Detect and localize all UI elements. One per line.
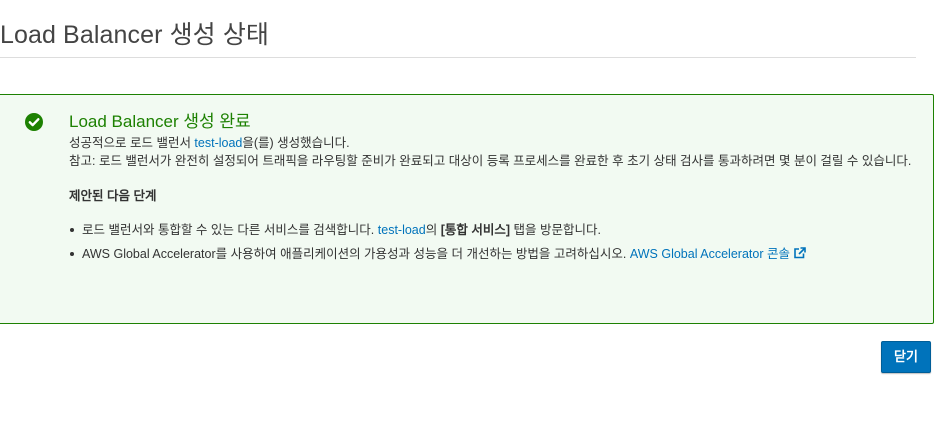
bullet: [70, 228, 74, 232]
page: Load Balancer 생성 상태 Load Balancer 생성 완료 …: [0, 0, 947, 447]
next-steps-title: 제안된 다음 단계: [69, 189, 157, 203]
external-link-icon: [793, 246, 806, 264]
step-text: 탭을 방문합니다.: [510, 223, 601, 237]
success-notification: Load Balancer 생성 완료 성공적으로 로드 밸런서 test-lo…: [0, 94, 934, 324]
global-accelerator-console-link-label: AWS Global Accelerator 콘솔: [629, 247, 790, 261]
step-text: 로드 밸런서와 통합할 수 있는 다른 서비스를 검색합니다.: [82, 223, 378, 237]
load-balancer-link[interactable]: test-load: [194, 136, 242, 150]
step-text: AWS Global Accelerator를 사용하여 애플리케이션의 가용성…: [82, 247, 630, 261]
success-message-prefix: 성공적으로 로드 밸런서: [69, 136, 195, 150]
notification-heading: Load Balancer 생성 완료: [69, 112, 251, 131]
page-title: Load Balancer 생성 상태: [0, 21, 270, 49]
success-message: 성공적으로 로드 밸런서 test-load을(를) 생성했습니다.: [69, 134, 917, 152]
bullet: [70, 252, 74, 256]
close-button[interactable]: 닫기: [881, 341, 931, 373]
check-circle-icon: [25, 113, 43, 131]
step-text-block: AWS Global Accelerator를 사용하여 애플리케이션의 가용성…: [82, 245, 918, 264]
next-steps-list: 로드 밸런서와 통합할 수 있는 다른 서비스를 검색합니다. test-loa…: [69, 221, 917, 264]
success-message-suffix: 을(를) 생성했습니다.: [242, 136, 350, 150]
notification-body: Load Balancer 생성 완료 성공적으로 로드 밸런서 test-lo…: [69, 111, 917, 270]
title-divider: [0, 57, 916, 58]
global-accelerator-console-link[interactable]: AWS Global Accelerator 콘솔: [630, 247, 806, 261]
list-item: AWS Global Accelerator를 사용하여 애플리케이션의 가용성…: [69, 245, 917, 264]
load-balancer-link-inline[interactable]: test-load: [378, 223, 426, 237]
note-text: 참고: 로드 밸런서가 완전히 설정되어 트래픽을 라우팅할 준비가 완료되고 …: [69, 154, 912, 168]
integrated-services-tab-label: [통합 서비스]: [440, 223, 511, 237]
list-item: 로드 밸런서와 통합할 수 있는 다른 서비스를 검색합니다. test-loa…: [69, 221, 917, 239]
step-text: 의: [425, 223, 441, 237]
